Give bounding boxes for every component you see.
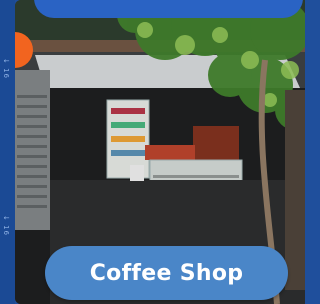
coffee-shop-option-button[interactable]: Coffee Shop <box>45 246 288 300</box>
scale-mark-upper: ↓ 16 <box>2 58 10 79</box>
option-label: Coffee Shop <box>89 260 244 286</box>
scale-mark-lower: ↓ 16 <box>2 215 10 236</box>
left-scale-strip: ↓ 16 ↓ 16 <box>0 0 15 304</box>
category-title-pill <box>34 0 303 18</box>
